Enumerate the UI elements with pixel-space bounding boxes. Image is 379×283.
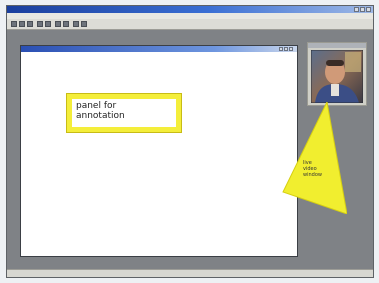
- toolbar-icon[interactable]: [81, 21, 87, 27]
- maximize-icon[interactable]: [284, 47, 288, 51]
- status-bar: [7, 269, 373, 277]
- annotation-label: panel for annotation: [76, 101, 125, 121]
- live-video-window[interactable]: [307, 42, 367, 106]
- video-frame-image: [311, 50, 363, 103]
- annotation-panel[interactable]: panel for annotation: [66, 93, 182, 133]
- toolbar-icon[interactable]: [55, 21, 61, 27]
- close-icon[interactable]: [289, 47, 293, 51]
- minimize-icon[interactable]: [279, 47, 283, 51]
- document-window[interactable]: panel for annotation: [20, 45, 298, 257]
- toolbar-icon[interactable]: [37, 21, 43, 27]
- toolbar-icon[interactable]: [45, 21, 51, 27]
- annotation-text-box[interactable]: panel for annotation: [72, 99, 176, 127]
- video-window-label: live video window: [303, 160, 322, 178]
- callout-triangle: [282, 102, 347, 214]
- app-titlebar[interactable]: [7, 6, 373, 13]
- toolbar-icon[interactable]: [63, 21, 69, 27]
- toolbar-icon[interactable]: [73, 21, 79, 27]
- app-window: panel for annotation live video window: [6, 5, 374, 278]
- toolbar-icon[interactable]: [11, 21, 17, 27]
- toolbar-icon[interactable]: [27, 21, 33, 27]
- toolbar-icon[interactable]: [19, 21, 25, 27]
- workspace: panel for annotation live video window: [7, 30, 373, 272]
- minimize-icon[interactable]: [354, 7, 359, 12]
- video-feed: [311, 50, 363, 103]
- maximize-icon[interactable]: [360, 7, 365, 12]
- document-titlebar[interactable]: [21, 46, 297, 52]
- toolbar: [7, 19, 373, 30]
- close-icon[interactable]: [366, 7, 371, 12]
- video-titlebar[interactable]: [308, 43, 366, 48]
